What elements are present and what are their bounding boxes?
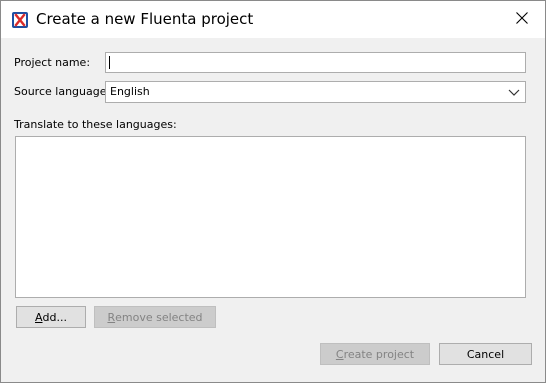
add-button[interactable]: Add... <box>16 306 86 328</box>
close-button[interactable] <box>499 1 545 38</box>
target-languages-list[interactable] <box>15 136 526 298</box>
remove-button-label: emove selected <box>115 310 203 324</box>
remove-button-mnemonic: R <box>107 310 116 324</box>
dialog-window: Create a new Fluenta project Project nam… <box>0 0 546 383</box>
window-title: Create a new Fluenta project <box>36 10 254 28</box>
fluenta-app-icon <box>12 12 28 28</box>
cancel-button-label: Cancel <box>466 347 505 361</box>
title-bar: Create a new Fluenta project <box>1 1 545 38</box>
project-name-input[interactable] <box>105 52 526 73</box>
create-button-label: reate project <box>343 347 415 361</box>
cancel-button[interactable]: Cancel <box>439 343 532 365</box>
chevron-down-icon <box>507 86 521 98</box>
add-button-label: dd... <box>42 310 67 324</box>
source-language-label: Source language: <box>14 85 111 98</box>
create-button-mnemonic: C <box>335 347 344 361</box>
project-name-label: Project name: <box>14 56 91 69</box>
target-languages-label: Translate to these languages: <box>14 118 177 131</box>
source-language-value: English <box>110 85 150 98</box>
source-language-select[interactable]: English <box>105 81 526 103</box>
close-icon <box>516 12 528 27</box>
add-button-mnemonic: A <box>35 310 43 324</box>
remove-selected-button[interactable]: Remove selected <box>94 306 216 328</box>
create-project-button[interactable]: Create project <box>320 343 430 365</box>
text-caret <box>109 56 110 69</box>
